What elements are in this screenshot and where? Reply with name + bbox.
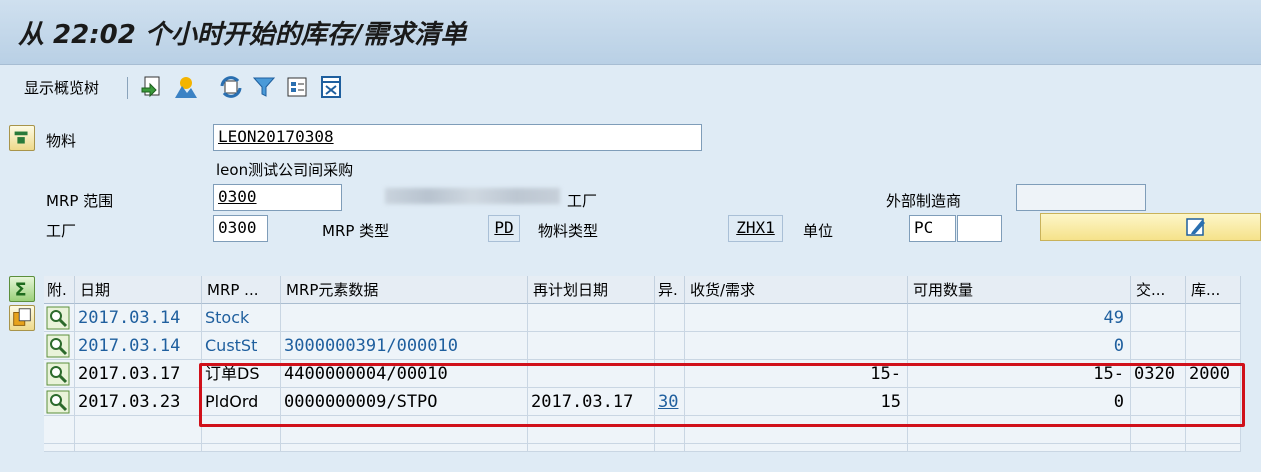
cell-avail: 0 [908, 332, 1131, 360]
empty-cell [685, 444, 908, 452]
title-bar: 从 22:02 个小时开始的库存/需求清单 [0, 0, 1261, 65]
cell-sup [1131, 332, 1186, 360]
material-description: leon测试公司间采购 [216, 161, 354, 179]
unit-label: 单位 [803, 222, 834, 240]
cell-date: 2017.03.23 [75, 388, 202, 416]
detail-button-bar[interactable] [1040, 213, 1261, 241]
col-header-mrp-element-data[interactable]: MRP元素数据 [281, 276, 528, 304]
unit-field[interactable]: PC [909, 215, 956, 242]
blurred-plant-name [385, 188, 560, 204]
mrp-area-field[interactable]: 0300 [213, 184, 342, 211]
col-header-available-qty[interactable]: 可用数量 [908, 276, 1131, 304]
plant-label: 工厂 [46, 222, 77, 240]
cell-stor [1186, 332, 1241, 360]
cell-date: 2017.03.14 [75, 332, 202, 360]
toolbar-separator [127, 77, 128, 99]
row-detail-icon[interactable] [44, 388, 75, 416]
sigma-icon: Σ [15, 280, 27, 300]
empty-cell [908, 444, 1131, 452]
empty-cell [75, 416, 202, 444]
empty-cell [281, 444, 528, 452]
mrp-type-label: MRP 类型 [322, 222, 390, 240]
col-header-exception[interactable]: 异. [655, 276, 685, 304]
details-icon[interactable] [284, 74, 310, 100]
edit-icon [1186, 218, 1205, 236]
mrp-type-field[interactable]: PD [488, 215, 520, 242]
empty-cell[interactable] [655, 444, 685, 452]
material-type-field[interactable]: ZHX1 [728, 215, 783, 242]
empty-cell[interactable] [44, 444, 75, 452]
empty-cell [1131, 444, 1186, 452]
sum-button[interactable]: Σ [9, 276, 35, 302]
empty-cell[interactable] [44, 416, 75, 444]
element-detail-button[interactable] [9, 305, 35, 331]
cell-sup [1131, 304, 1186, 332]
page-title: 从 22:02 个小时开始的库存/需求清单 [18, 20, 467, 50]
unit-extra-field[interactable] [957, 215, 1002, 242]
plant-field[interactable]: 0300 [213, 215, 268, 242]
graphic-icon[interactable] [173, 74, 199, 100]
refresh-icon[interactable] [218, 74, 244, 100]
document-icon [13, 308, 31, 326]
cell-qty [685, 332, 908, 360]
col-header-mrp-element[interactable]: MRP ... [202, 276, 281, 304]
material-label: 物料 [46, 132, 77, 150]
row-detail-icon[interactable] [44, 304, 75, 332]
magnifier-detail-icon[interactable] [46, 334, 70, 358]
col-header-receipt-requirement[interactable]: 收货/需求 [685, 276, 908, 304]
magnifier-detail-icon[interactable] [46, 306, 70, 330]
cell-data: 3000000391/000010 [281, 332, 528, 360]
show-overview-tree-button[interactable]: 显示概览树 [24, 77, 99, 98]
mrp-area-label: MRP 范围 [46, 192, 114, 210]
col-header-reschedule-date[interactable]: 再计划日期 [528, 276, 655, 304]
cell-avail: 49 [908, 304, 1131, 332]
table-row[interactable]: 2017.03.14 Stock 49 [44, 304, 1241, 332]
application-toolbar: 显示概览树 [0, 65, 1261, 109]
col-header-supplier[interactable]: 交... [1131, 276, 1186, 304]
table-row[interactable] [44, 444, 1241, 472]
cell-exc[interactable] [655, 304, 685, 332]
col-header-attach[interactable]: 附. [44, 276, 75, 304]
cell-exc[interactable] [655, 332, 685, 360]
highlight-box [199, 363, 1245, 427]
col-header-date[interactable]: 日期 [75, 276, 202, 304]
filter-icon[interactable] [251, 74, 277, 100]
empty-cell [75, 444, 202, 452]
external-manufacturer-label: 外部制造商 [886, 192, 962, 210]
cell-mrp: Stock [202, 304, 281, 332]
magnifier-detail-icon[interactable] [46, 390, 70, 414]
material-toggle-button[interactable] [9, 125, 35, 151]
cell-resched [528, 332, 655, 360]
row-detail-icon[interactable] [44, 332, 75, 360]
table-row[interactable]: 2017.03.14 CustSt 3000000391/000010 0 [44, 332, 1241, 360]
empty-cell [1186, 444, 1241, 452]
plant-suffix-label: 工厂 [567, 192, 598, 210]
empty-cell [528, 444, 655, 452]
cell-date: 2017.03.14 [75, 304, 202, 332]
cell-stor [1186, 304, 1241, 332]
row-detail-icon[interactable] [44, 360, 75, 388]
external-manufacturer-field[interactable] [1016, 184, 1146, 211]
save-icon[interactable] [139, 74, 165, 100]
cell-resched [528, 304, 655, 332]
cell-date: 2017.03.17 [75, 360, 202, 388]
empty-cell [202, 444, 281, 452]
magnifier-detail-icon[interactable] [46, 362, 70, 386]
svg-text:Σ: Σ [15, 280, 27, 300]
cell-mrp: CustSt [202, 332, 281, 360]
material-field[interactable]: LEON20170308 [213, 124, 702, 151]
cell-qty [685, 304, 908, 332]
cell-data [281, 304, 528, 332]
toggle-header-icon [14, 131, 28, 144]
col-header-storage[interactable]: 库... [1186, 276, 1241, 304]
layout-icon[interactable] [318, 74, 344, 100]
material-type-label: 物料类型 [538, 222, 599, 240]
